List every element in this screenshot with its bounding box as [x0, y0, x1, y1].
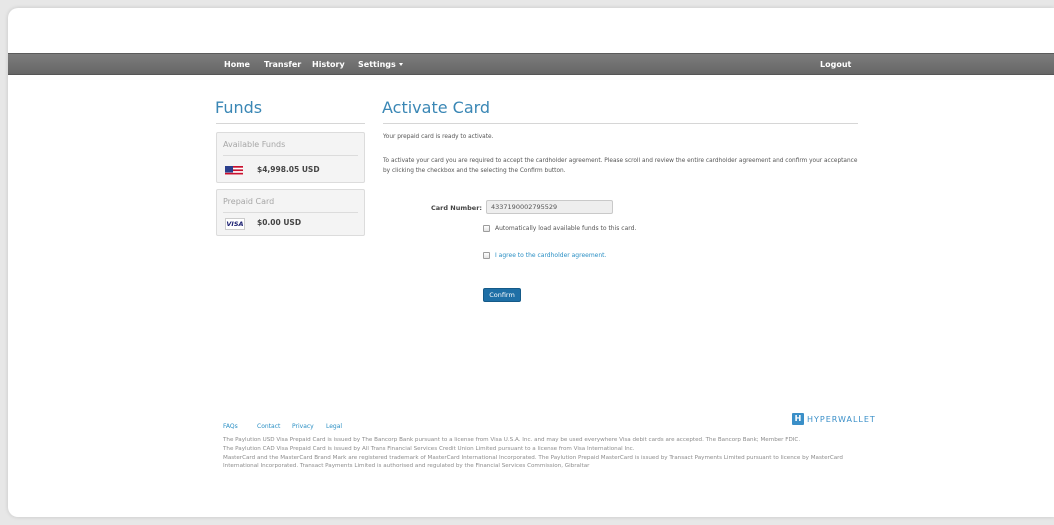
nav-settings-dropdown[interactable]: Settings	[358, 54, 403, 76]
top-navbar: Home Transfer History Settings Logout	[8, 53, 1054, 75]
agree-checkbox[interactable]	[483, 252, 490, 259]
instructions-text: To activate your card you are required t…	[383, 158, 858, 174]
ready-text: Your prepaid card is ready to activate.	[383, 134, 494, 140]
prepaid-card-box: Prepaid Card VISA $0.00 USD	[216, 189, 365, 236]
cardholder-agreement-link[interactable]: I agree to the cardholder agreement.	[495, 252, 606, 259]
footer-link-faqs[interactable]: FAQs	[223, 423, 238, 430]
title-divider	[383, 123, 858, 124]
sidebar-title: Funds	[215, 98, 263, 117]
footer-link-privacy[interactable]: Privacy	[292, 423, 314, 430]
auto-load-checkbox[interactable]	[483, 225, 490, 232]
hyperwallet-mark-icon: H	[792, 413, 804, 425]
auto-load-label: Automatically load available funds to th…	[495, 225, 637, 232]
prepaid-card-label: Prepaid Card	[223, 197, 275, 206]
hyperwallet-logo: H HYPERWALLET	[792, 413, 876, 425]
available-funds-divider	[223, 155, 358, 156]
chevron-down-icon	[398, 63, 403, 66]
footer-link-contact[interactable]: Contact	[257, 423, 280, 430]
nav-history[interactable]: History	[312, 54, 345, 76]
prepaid-card-amount: $0.00 USD	[257, 218, 302, 227]
browser-window: Home Transfer History Settings Logout Fu…	[8, 8, 1054, 517]
available-funds-amount: $4,998.05 USD	[257, 165, 320, 174]
visa-icon: VISA	[225, 218, 245, 230]
page-title: Activate Card	[382, 98, 491, 117]
us-flag-icon	[225, 163, 243, 175]
hyperwallet-wordmark: HYPERWALLET	[807, 414, 876, 424]
nav-settings-label: Settings	[358, 60, 396, 69]
available-funds-card: Available Funds $4,998.05 USD	[216, 132, 365, 183]
prepaid-card-divider	[223, 212, 358, 213]
disclaimer-line-2: The Paylution CAD Visa Prepaid Card is i…	[223, 445, 635, 452]
nav-logout[interactable]: Logout	[820, 54, 851, 76]
footer-disclaimer: The Paylution USD Visa Prepaid Card is i…	[223, 436, 873, 471]
nav-transfer[interactable]: Transfer	[264, 54, 301, 76]
available-funds-label: Available Funds	[223, 140, 286, 149]
confirm-button[interactable]: Confirm	[483, 288, 521, 302]
card-number-field[interactable]	[486, 200, 613, 214]
disclaimer-line-1: The Paylution USD Visa Prepaid Card is i…	[223, 437, 801, 443]
footer-link-legal[interactable]: Legal	[326, 423, 342, 430]
card-number-label: Card Number:	[431, 204, 482, 212]
sidebar-divider	[216, 123, 365, 124]
disclaimer-line-3: MasterCard and the MasterCard Brand Mark…	[223, 454, 843, 470]
nav-home[interactable]: Home	[224, 54, 250, 76]
